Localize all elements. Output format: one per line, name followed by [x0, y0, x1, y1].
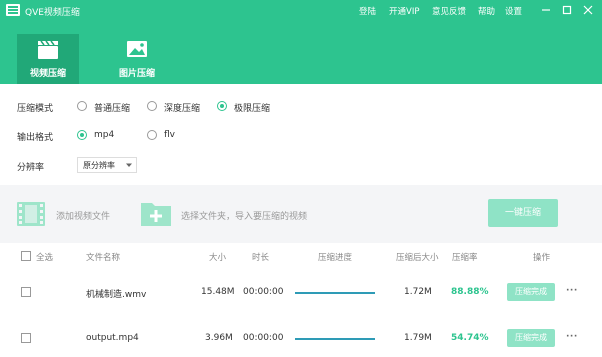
progress-bar: [295, 292, 375, 294]
chevron-down-icon: [126, 163, 132, 167]
title-bar: QVE视频压缩 登陆 开通VIP 意见反馈 帮助 设置: [0, 0, 602, 22]
more-options-icon[interactable]: ···: [566, 286, 578, 296]
more-options-icon[interactable]: ···: [566, 332, 578, 342]
compress-done-button[interactable]: 压缩完成: [507, 283, 555, 301]
compressed-size: 1.72M: [404, 287, 432, 297]
tab-image-compress[interactable]: 图片压缩: [106, 34, 168, 84]
progress-bar: [295, 338, 375, 340]
row-checkbox[interactable]: [21, 287, 31, 297]
tab-label: 视频压缩: [29, 69, 66, 79]
radio-label: 深度压缩: [164, 104, 201, 114]
header-duration: 时长: [252, 253, 270, 263]
header-action: 操作: [533, 253, 551, 263]
radio-label: flv: [164, 130, 175, 140]
login-link[interactable]: 登陆: [359, 5, 376, 17]
compress-done-button[interactable]: 压缩完成: [507, 329, 555, 347]
minimize-icon[interactable]: [538, 2, 554, 18]
radio-label: mp4: [94, 130, 115, 140]
add-files-bar: 添加视频文件 选择文件夹，导入要压缩的视频 一键压缩: [0, 185, 602, 243]
compression-ratio: 54.74%: [451, 333, 489, 343]
header-file-name: 文件名称: [86, 253, 121, 263]
vip-link[interactable]: 开通VIP: [389, 5, 419, 17]
feedback-link[interactable]: 意见反馈: [432, 5, 466, 17]
radio-normal-compress[interactable]: [77, 101, 87, 111]
compressed-size: 1.79M: [404, 333, 432, 343]
video-clapper-icon: [38, 40, 58, 59]
header-select-all: 全选: [36, 253, 54, 263]
radio-extreme-compress[interactable]: [217, 101, 227, 111]
app-logo-icon: [6, 4, 20, 16]
compress-mode-label: 压缩模式: [17, 104, 54, 114]
radio-label: 极限压缩: [234, 104, 271, 114]
file-size: 3.96M: [205, 333, 233, 343]
maximize-icon[interactable]: [559, 2, 575, 18]
progress-fill: [295, 292, 375, 294]
row-checkbox[interactable]: [21, 333, 31, 343]
radio-mp4[interactable]: [77, 130, 87, 140]
compression-ratio: 88.88%: [451, 287, 489, 297]
tab-label: 图片压缩: [118, 69, 155, 79]
select-folder-link[interactable]: 选择文件夹，导入要压缩的视频: [181, 209, 307, 222]
header-progress: 压缩进度: [318, 253, 353, 263]
header-size: 大小: [209, 253, 227, 263]
app-title: QVE视频压缩: [25, 8, 80, 18]
add-video-file-link[interactable]: 添加视频文件: [56, 209, 110, 222]
add-video-file-icon[interactable]: [16, 201, 46, 227]
radio-label: 普通压缩: [94, 104, 131, 114]
file-duration: 00:00:00: [243, 287, 284, 297]
output-format-label: 输出格式: [17, 133, 54, 143]
file-name: output.mp4: [86, 333, 139, 343]
help-link[interactable]: 帮助: [478, 5, 495, 17]
header-compressed-size: 压缩后大小: [396, 253, 439, 263]
select-all-checkbox[interactable]: [21, 251, 31, 261]
compress-all-button[interactable]: 一键压缩: [488, 199, 558, 227]
radio-flv[interactable]: [147, 130, 157, 140]
file-name: 机械制造.wmv: [86, 290, 147, 300]
radio-deep-compress[interactable]: [147, 101, 157, 111]
app-header: QVE视频压缩 登陆 开通VIP 意见反馈 帮助 设置 视频压缩 图片压缩: [0, 0, 602, 84]
image-icon: [127, 41, 147, 57]
resolution-select[interactable]: 原分辨率: [77, 157, 137, 173]
resolution-value: 原分辨率: [83, 161, 115, 170]
file-size: 15.48M: [201, 287, 235, 297]
progress-fill: [295, 338, 375, 340]
file-duration: 00:00:00: [243, 333, 284, 343]
header-ratio: 压缩率: [452, 253, 478, 263]
settings-link[interactable]: 设置: [505, 5, 522, 17]
folder-add-icon[interactable]: [140, 199, 172, 227]
tab-video-compress[interactable]: 视频压缩: [17, 34, 79, 84]
close-icon[interactable]: [580, 2, 596, 18]
resolution-label: 分辨率: [17, 163, 45, 173]
